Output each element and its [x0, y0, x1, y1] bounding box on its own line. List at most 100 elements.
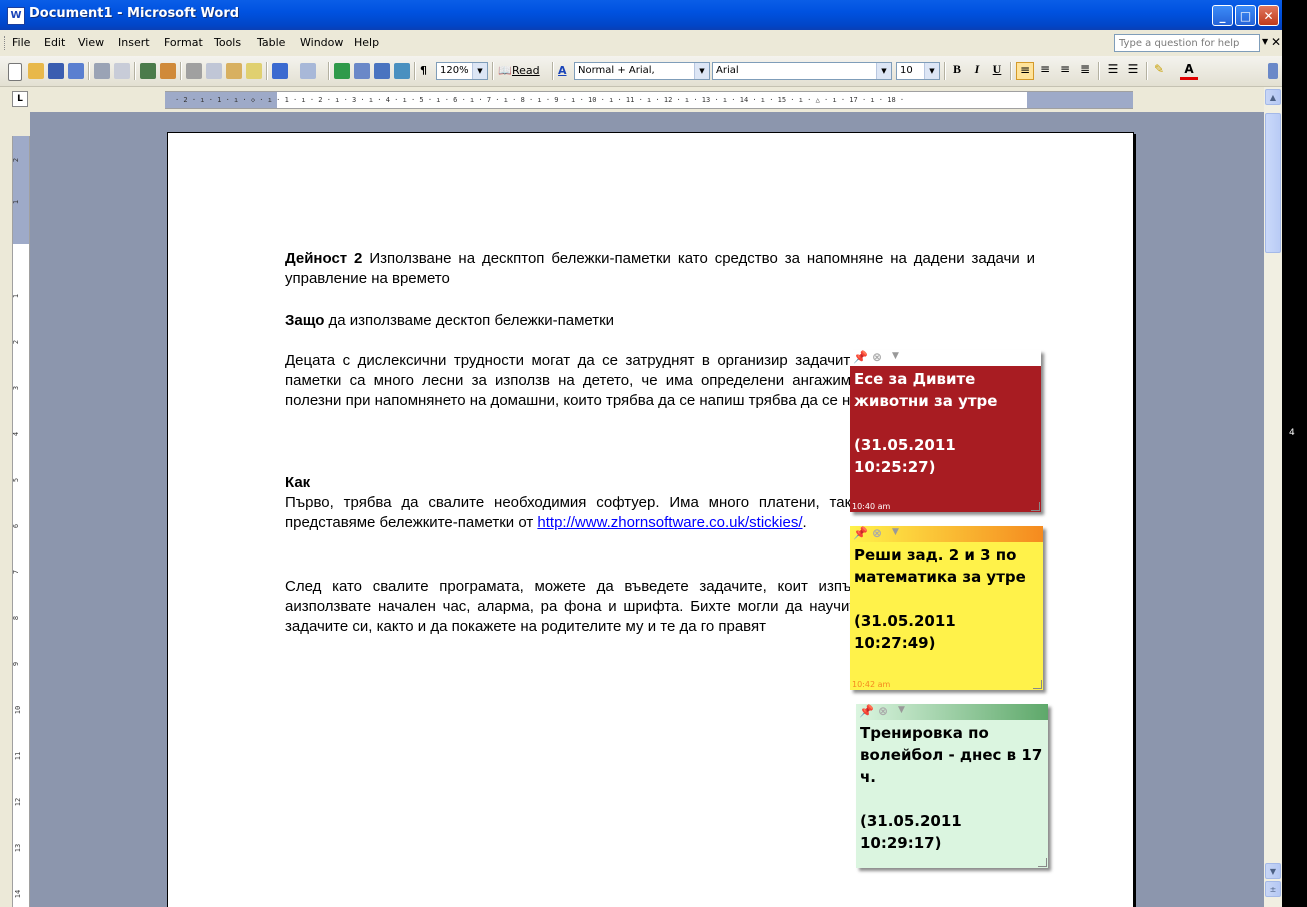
styles-formatting-icon[interactable]: A [558, 64, 567, 77]
resize-grip-icon[interactable] [1033, 680, 1042, 689]
chevron-down-icon[interactable]: ▼ [892, 527, 899, 537]
numbering-icon[interactable]: ☰ [1104, 62, 1122, 80]
spelling-icon[interactable] [140, 63, 156, 79]
side-text: 4 [1289, 428, 1295, 438]
vertical-ruler[interactable]: 2 1 1 2 3 4 5 6 7 8 9 10 11 12 13 14 [12, 136, 30, 907]
vertical-scrollbar[interactable]: ▲ ▼ ± [1264, 87, 1282, 907]
note-text[interactable]: Тренировка по волейбол - днес в 17 ч. (3… [856, 720, 1048, 856]
underline-button[interactable]: U [988, 62, 1006, 80]
menu-view[interactable]: View [78, 36, 104, 49]
minimize-button[interactable]: _ [1212, 5, 1233, 26]
v-ruler-tick: 1 [12, 293, 21, 299]
print-preview-icon[interactable] [114, 63, 130, 79]
menu-grip[interactable] [4, 36, 7, 50]
note-title-bar[interactable]: 📌 ⊗ ▼ [850, 350, 1041, 366]
activity-label: Дейност 2 [285, 250, 363, 267]
help-search-input[interactable]: Type a question for help [1114, 34, 1260, 52]
resize-grip-icon[interactable] [1038, 858, 1047, 867]
note-title-bar[interactable]: 📌 ⊗ ▼ [850, 526, 1043, 542]
chevron-down-icon[interactable]: ▼ [876, 63, 891, 79]
note-text[interactable]: Есе за Дивите животни за утре (31.05.201… [850, 366, 1041, 480]
title-bar[interactable]: W Document1 - Microsoft Word _ □ ✕ [0, 0, 1282, 30]
font-size-select[interactable]: 10 ▼ [896, 62, 940, 80]
why-text: да използваме десктоп бележки-паметки [324, 312, 615, 329]
chevron-down-icon[interactable]: ▼ [694, 63, 709, 79]
toolbar-separator [266, 62, 268, 80]
redo-icon[interactable] [300, 63, 316, 79]
align-left-icon[interactable]: ≡ [1016, 62, 1034, 80]
word-doc-icon[interactable]: W [7, 7, 25, 25]
research-icon[interactable] [160, 63, 176, 79]
format-painter-icon[interactable] [246, 63, 262, 79]
insert-excel-icon[interactable] [394, 63, 410, 79]
stickies-link[interactable]: http://www.zhornsoftware.co.uk/stickies/ [537, 514, 802, 531]
align-center-icon[interactable]: ≡ [1036, 62, 1054, 80]
pin-icon[interactable]: 📌 [859, 704, 874, 718]
undo-icon[interactable] [272, 63, 288, 79]
highlight-icon[interactable]: ✎ [1150, 62, 1168, 80]
read-button[interactable]: Read [512, 64, 540, 77]
hyperlink-icon[interactable] [334, 63, 350, 79]
sticky-note-1[interactable]: 📌 ⊗ ▼ Есе за Дивите животни за утре (31.05… [850, 350, 1041, 512]
new-doc-icon[interactable] [8, 63, 22, 81]
save-icon[interactable] [48, 63, 64, 79]
open-folder-icon[interactable] [28, 63, 44, 79]
menu-help[interactable]: Help [354, 36, 379, 49]
insert-table-icon[interactable] [374, 63, 390, 79]
menu-table[interactable]: Table [257, 36, 285, 49]
permission-icon[interactable] [68, 63, 84, 79]
close-icon[interactable]: ⊗ [878, 704, 888, 718]
menu-format[interactable]: Format [164, 36, 203, 49]
tab-selector[interactable]: L [12, 91, 28, 107]
pin-icon[interactable]: 📌 [853, 350, 868, 364]
align-right-icon[interactable]: ≡ [1056, 62, 1074, 80]
chevron-down-icon[interactable]: ▼ [924, 63, 939, 79]
read-icon[interactable]: 📖 [498, 64, 512, 77]
menu-tools[interactable]: Tools [214, 36, 241, 49]
close-button[interactable]: ✕ [1258, 5, 1279, 26]
menu-window[interactable]: Window [300, 36, 343, 49]
scroll-up-icon[interactable]: ▲ [1265, 89, 1281, 105]
italic-button[interactable]: I [968, 62, 986, 80]
justify-icon[interactable]: ≣ [1076, 62, 1094, 80]
copy-icon[interactable] [206, 63, 222, 79]
show-hide-icon[interactable]: ¶ [420, 64, 427, 77]
menu-edit[interactable]: Edit [44, 36, 65, 49]
cut-icon[interactable] [186, 63, 202, 79]
doc-close-icon[interactable]: ✕ [1271, 35, 1281, 49]
bullets-icon[interactable]: ☰ [1124, 62, 1142, 80]
paste-icon[interactable] [226, 63, 242, 79]
font-color-icon[interactable]: A [1180, 62, 1198, 80]
help-dropdown-icon[interactable]: ▼ [1262, 37, 1268, 46]
menu-insert[interactable]: Insert [118, 36, 150, 49]
paragraph-activity[interactable]: Дейност 2 Използване на дескптоп бележки… [285, 249, 1035, 289]
chevron-down-icon[interactable]: ▼ [898, 705, 905, 715]
bold-button[interactable]: B [948, 62, 966, 80]
font-select[interactable]: Arial ▼ [712, 62, 892, 80]
scroll-down-icon[interactable]: ▼ [1265, 863, 1281, 879]
document-area[interactable]: Дейност 2 Използване на дескптоп бележки… [30, 112, 1264, 907]
maximize-button[interactable]: □ [1235, 5, 1256, 26]
paragraph-why[interactable]: Защо да използваме десктоп бележки-памет… [285, 311, 1035, 331]
browse-object-icon[interactable]: ± [1265, 881, 1281, 897]
chevron-down-icon[interactable]: ▼ [472, 63, 487, 79]
resize-grip-icon[interactable] [1031, 502, 1040, 511]
v-ruler-tick: 10 [14, 705, 23, 715]
menu-file[interactable]: File [12, 36, 30, 49]
zoom-select[interactable]: 120% ▼ [436, 62, 488, 80]
sticky-note-2[interactable]: 📌 ⊗ ▼ Реши зад. 2 и 3 по математика за утр… [850, 526, 1043, 690]
horizontal-ruler[interactable]: · 2 · ı · 1 · ı · ◇ · ı · 1 · ı · 2 · ı … [165, 91, 1133, 109]
v-ruler-tick: 2 [12, 157, 21, 163]
close-icon[interactable]: ⊗ [872, 526, 882, 540]
scroll-thumb[interactable] [1265, 113, 1281, 253]
toolbar-options-icon[interactable] [1268, 63, 1278, 79]
tables-borders-icon[interactable] [354, 63, 370, 79]
pin-icon[interactable]: 📌 [853, 526, 868, 540]
close-icon[interactable]: ⊗ [872, 350, 882, 364]
note-title-bar[interactable]: 📌 ⊗ ▼ [856, 704, 1048, 720]
note-text[interactable]: Реши зад. 2 и 3 по математика за утре (3… [850, 542, 1043, 656]
print-icon[interactable] [94, 63, 110, 79]
chevron-down-icon[interactable]: ▼ [892, 351, 899, 361]
sticky-note-3[interactable]: 📌 ⊗ ▼ Тренировка по волейбол - днес в 17 ч… [856, 704, 1048, 868]
style-select[interactable]: Normal + Arial, ▼ [574, 62, 710, 80]
